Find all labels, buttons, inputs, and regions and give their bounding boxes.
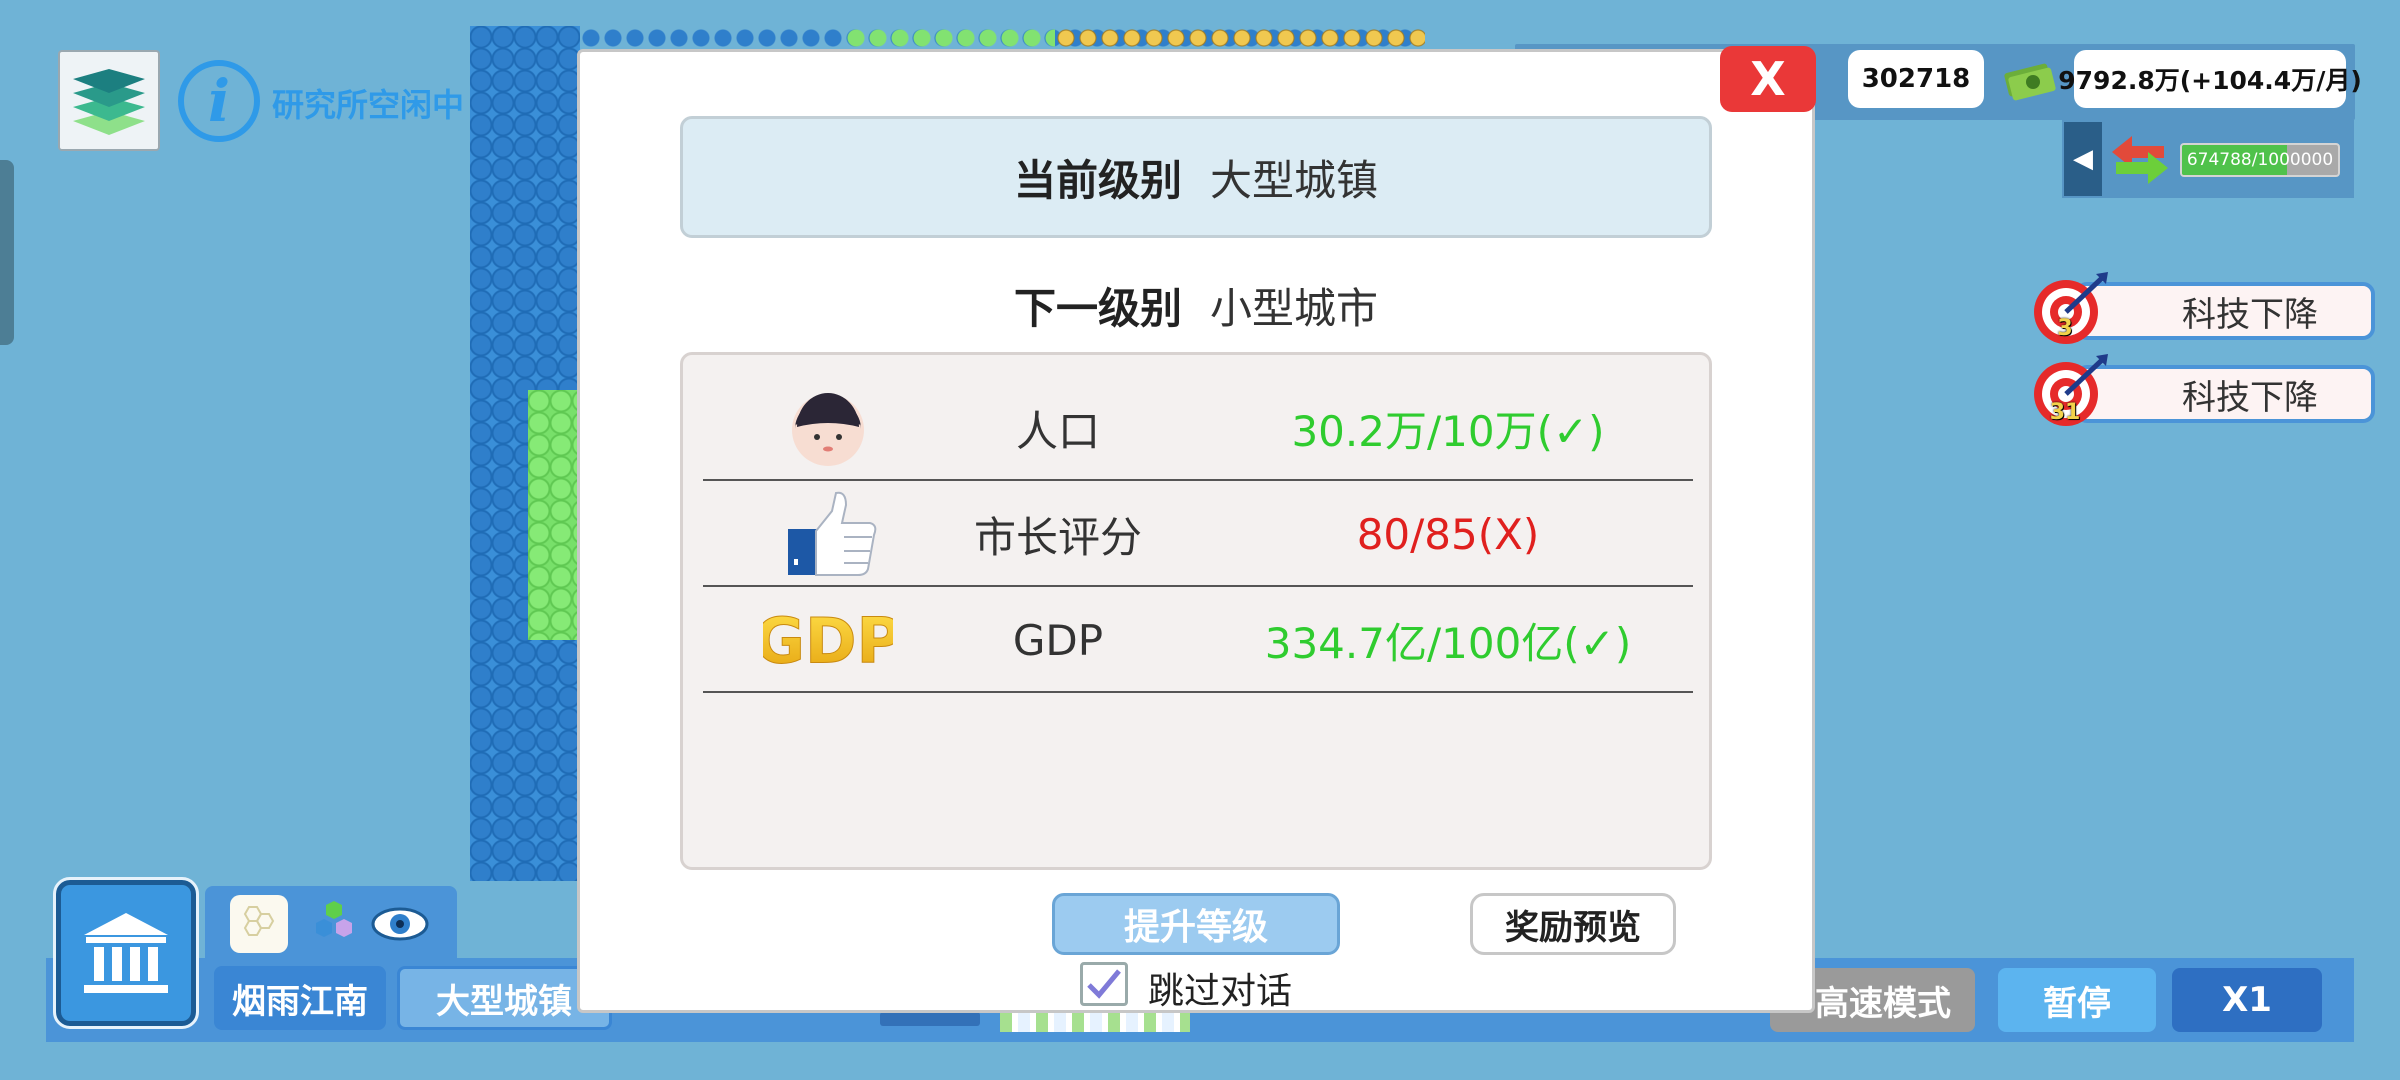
thumbs-up-icon	[763, 489, 893, 579]
quest-item-2[interactable]: 科技下降	[2075, 365, 2375, 423]
reward-preview-button[interactable]: 奖励预览	[1470, 893, 1676, 955]
hex-grid-tool[interactable]	[230, 895, 288, 953]
trade-icon[interactable]	[2108, 130, 2172, 190]
next-level-value: 小型城市	[1210, 283, 1379, 333]
info-icon[interactable]: i	[178, 60, 260, 142]
requirement-row-mayor-rating: 市长评分 80/85(X)	[703, 481, 1693, 587]
requirement-name: GDP	[1012, 615, 1104, 665]
hex-map-top-green	[845, 26, 1055, 50]
quest-count-1: 3	[2057, 316, 2073, 341]
quest-label: 科技下降	[2182, 377, 2318, 418]
trade-progress-text: 674788/1000000	[2186, 150, 2334, 170]
svg-text:GDP: GDP	[763, 605, 893, 675]
requirement-value: 30.2万/10万(✓)	[1291, 406, 1605, 456]
zones-icon[interactable]	[304, 895, 364, 955]
requirements-panel: 人口 30.2万/10万(✓) 市长评分 80/85(X) DP GDP 334…	[680, 352, 1712, 870]
region-name-button[interactable]: 烟雨江南	[214, 966, 386, 1030]
money-icon	[2004, 63, 2056, 101]
next-level-row: 下一级别 小型城市	[680, 270, 1712, 340]
layers-icon	[73, 68, 145, 135]
next-level-label: 下一级别	[1013, 283, 1182, 333]
pause-button[interactable]: 暂停	[1998, 968, 2156, 1032]
upgrade-level-button[interactable]: 提升等级	[1052, 893, 1340, 955]
current-level-panel: 当前级别 大型城镇	[680, 116, 1712, 238]
skip-dialog-checkbox[interactable]	[1080, 962, 1128, 1006]
trade-progress-bar: 674788/1000000	[2180, 143, 2340, 177]
research-status-text: 研究所空闲中	[272, 86, 465, 124]
requirement-row-gdp: GDP GDP 334.7亿/100亿(✓)	[703, 587, 1693, 693]
hex-map-top-gold	[1055, 26, 1425, 50]
skip-dialog-label: 跳过对话	[1148, 971, 1293, 1012]
requirement-name: 人口	[1015, 406, 1100, 456]
close-button[interactable]: X	[1720, 46, 1816, 112]
requirement-value: 334.7亿/100亿(✓)	[1264, 618, 1632, 668]
quest-item-1[interactable]: 科技下降	[2075, 282, 2375, 340]
city-hall-icon	[84, 913, 168, 993]
quest-label: 科技下降	[2182, 294, 2318, 335]
collapse-arrow-icon[interactable]: ◀	[2064, 122, 2102, 196]
requirement-name: 市长评分	[973, 512, 1142, 562]
hex-grid-icon	[243, 906, 275, 936]
city-hall-button[interactable]	[53, 877, 199, 1029]
eye-icon[interactable]	[370, 902, 430, 946]
money-counter: 9792.8万(+104.4万/月)	[2058, 50, 2362, 108]
checkmark-icon	[1087, 969, 1121, 999]
requirement-row-population: 人口 30.2万/10万(✓)	[703, 375, 1693, 481]
current-level-value: 大型城镇	[1210, 155, 1379, 205]
requirement-value: 80/85(X)	[1356, 509, 1540, 559]
person-icon	[763, 383, 893, 473]
speed-button[interactable]: X1	[2172, 968, 2322, 1032]
palette-slot	[880, 1012, 980, 1026]
population-counter: 302718	[1848, 50, 1984, 108]
layers-button[interactable]	[58, 50, 160, 151]
gdp-icon: GDP	[763, 595, 893, 685]
quest-count-2: 31	[2049, 400, 2081, 425]
current-level-label: 当前级别	[1013, 155, 1182, 205]
side-drawer-handle[interactable]	[0, 160, 14, 345]
hex-map-green-zone	[528, 390, 578, 640]
